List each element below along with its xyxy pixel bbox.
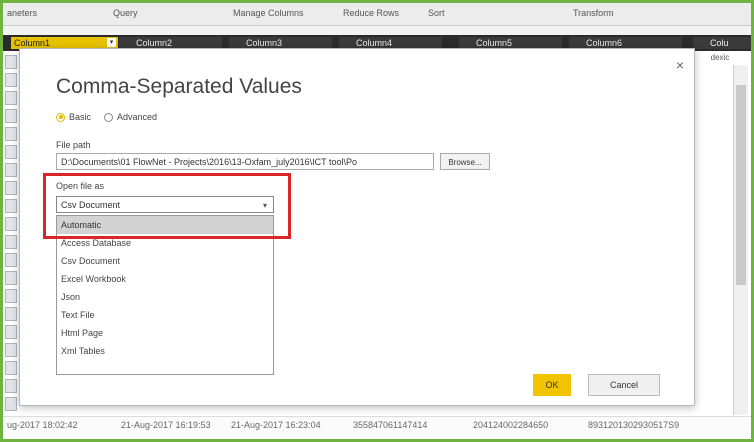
row-marker — [5, 55, 17, 69]
row-marker — [5, 217, 17, 231]
row-marker — [5, 397, 17, 411]
radio-label: Advanced — [117, 112, 158, 122]
ribbon-item[interactable]: Manage Columns — [233, 8, 304, 18]
ribbon-item[interactable]: Reduce Rows — [343, 8, 399, 18]
ribbon-item[interactable]: Sort — [428, 8, 445, 18]
row-marker — [5, 145, 17, 159]
ribbon-item[interactable]: Query — [113, 8, 138, 18]
app-window: aneters Query Manage Columns Reduce Rows… — [3, 3, 751, 439]
table-cell: 8931201302930517S9 — [588, 420, 680, 430]
row-marker — [5, 91, 17, 105]
annotation-highlight-box — [43, 173, 291, 239]
row-marker — [5, 253, 17, 267]
row-marker — [5, 325, 17, 339]
column-header-label: Column3 — [246, 38, 283, 48]
scrollbar-thumb[interactable] — [736, 85, 746, 285]
cancel-button[interactable]: Cancel — [588, 374, 660, 396]
row-marker — [5, 181, 17, 195]
column-header-label: Column1 — [14, 38, 51, 48]
radio-selected-icon — [56, 112, 65, 122]
vertical-scrollbar[interactable] — [733, 65, 748, 415]
table-cell: 21-Aug-2017 16:23:04 — [231, 420, 321, 430]
row-marker — [5, 343, 17, 357]
table-cell: 21-Aug-2017 16:19:53 — [121, 420, 211, 430]
dropdown-option[interactable]: Text File — [57, 306, 273, 324]
table-row: ug-2017 18:02:42 21-Aug-2017 16:19:53 21… — [3, 416, 751, 437]
dropdown-options-list: Automatic Access Database Csv Document E… — [56, 215, 274, 375]
radio-label: Basic — [69, 112, 92, 122]
row-marker — [5, 235, 17, 249]
radio-basic[interactable]: Basic — [56, 112, 91, 122]
radio-unselected-icon — [104, 112, 113, 122]
column-header-label: Colu — [710, 38, 729, 48]
row-marker — [5, 361, 17, 375]
ribbon-item[interactable]: Transform — [573, 8, 614, 18]
radio-advanced[interactable]: Advanced — [104, 112, 157, 122]
row-marker — [5, 379, 17, 393]
file-path-label: File path — [56, 140, 91, 150]
browse-button[interactable]: Browse... — [440, 153, 490, 170]
dropdown-option[interactable]: Json — [57, 288, 273, 306]
column-subheader: dexic — [710, 53, 730, 62]
row-marker — [5, 127, 17, 141]
row-marker — [5, 199, 17, 213]
ok-button[interactable]: OK — [533, 374, 571, 396]
column-header-label: Column5 — [476, 38, 513, 48]
ribbon: aneters Query Manage Columns Reduce Rows… — [3, 3, 751, 26]
table-cell: 355847061147414 — [353, 420, 428, 430]
row-marker — [5, 109, 17, 123]
dropdown-option[interactable]: Excel Workbook — [57, 270, 273, 288]
row-marker — [5, 73, 17, 87]
column-header-label: Column4 — [356, 38, 393, 48]
file-path-input[interactable]: D:\Documents\01 FlowNet - Projects\2016\… — [56, 153, 434, 170]
dropdown-option[interactable]: Xml Tables — [57, 342, 273, 360]
dropdown-option[interactable]: Csv Document — [57, 252, 273, 270]
column-header[interactable]: Colu — [693, 37, 751, 49]
ribbon-item[interactable]: aneters — [7, 8, 37, 18]
dialog-title: Comma-Separated Values — [56, 75, 302, 98]
close-icon[interactable]: × — [676, 57, 684, 73]
chevron-down-icon[interactable]: ▾ — [107, 38, 116, 47]
column-header-label: Column6 — [586, 38, 623, 48]
csv-import-dialog: Comma-Separated Values × Basic Advanced … — [19, 48, 695, 406]
row-marker — [5, 307, 17, 321]
dropdown-option[interactable]: Html Page — [57, 324, 273, 342]
row-marker — [5, 163, 17, 177]
table-cell: 204124002284650 — [473, 420, 549, 430]
row-marker — [5, 271, 17, 285]
row-marker — [5, 289, 17, 303]
column-header-label: Column2 — [136, 38, 173, 48]
table-cell: ug-2017 18:02:42 — [7, 420, 78, 430]
